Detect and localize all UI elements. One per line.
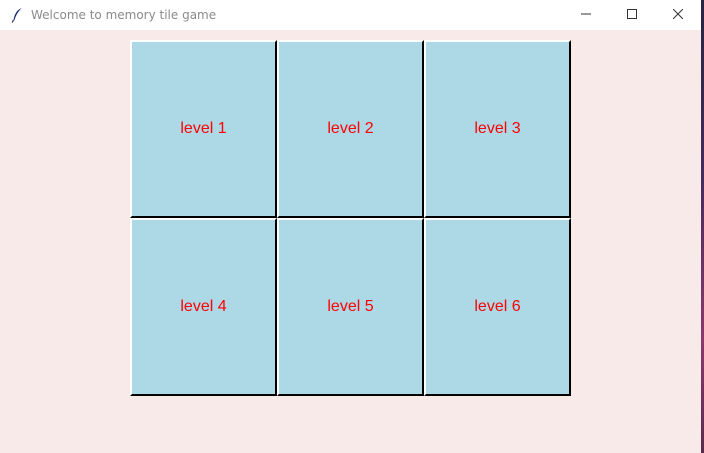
level-3-button[interactable]: level 3	[424, 40, 571, 218]
level-grid: level 1 level 2 level 3 level 4 level 5 …	[130, 40, 572, 397]
window-title: Welcome to memory tile game	[31, 8, 217, 22]
level-6-button[interactable]: level 6	[424, 218, 571, 396]
title-bar[interactable]: Welcome to memory tile game	[0, 0, 701, 30]
caption-buttons	[563, 0, 701, 30]
level-label: level 1	[180, 120, 227, 137]
minimize-button[interactable]	[563, 0, 609, 30]
minimize-icon	[581, 6, 591, 24]
level-label: level 2	[327, 120, 374, 137]
level-label: level 3	[474, 120, 521, 137]
feather-icon	[10, 7, 24, 23]
app-window: Welcome to memory tile game level 1 leve…	[0, 0, 702, 453]
maximize-button[interactable]	[609, 0, 655, 30]
close-button[interactable]	[655, 0, 701, 30]
maximize-icon	[627, 6, 637, 24]
level-4-button[interactable]: level 4	[130, 218, 277, 396]
level-5-button[interactable]: level 5	[277, 218, 424, 396]
level-label: level 6	[474, 298, 521, 315]
level-2-button[interactable]: level 2	[277, 40, 424, 218]
level-1-button[interactable]: level 1	[130, 40, 277, 218]
close-icon	[672, 6, 684, 24]
level-label: level 4	[180, 298, 227, 315]
level-label: level 5	[327, 298, 374, 315]
